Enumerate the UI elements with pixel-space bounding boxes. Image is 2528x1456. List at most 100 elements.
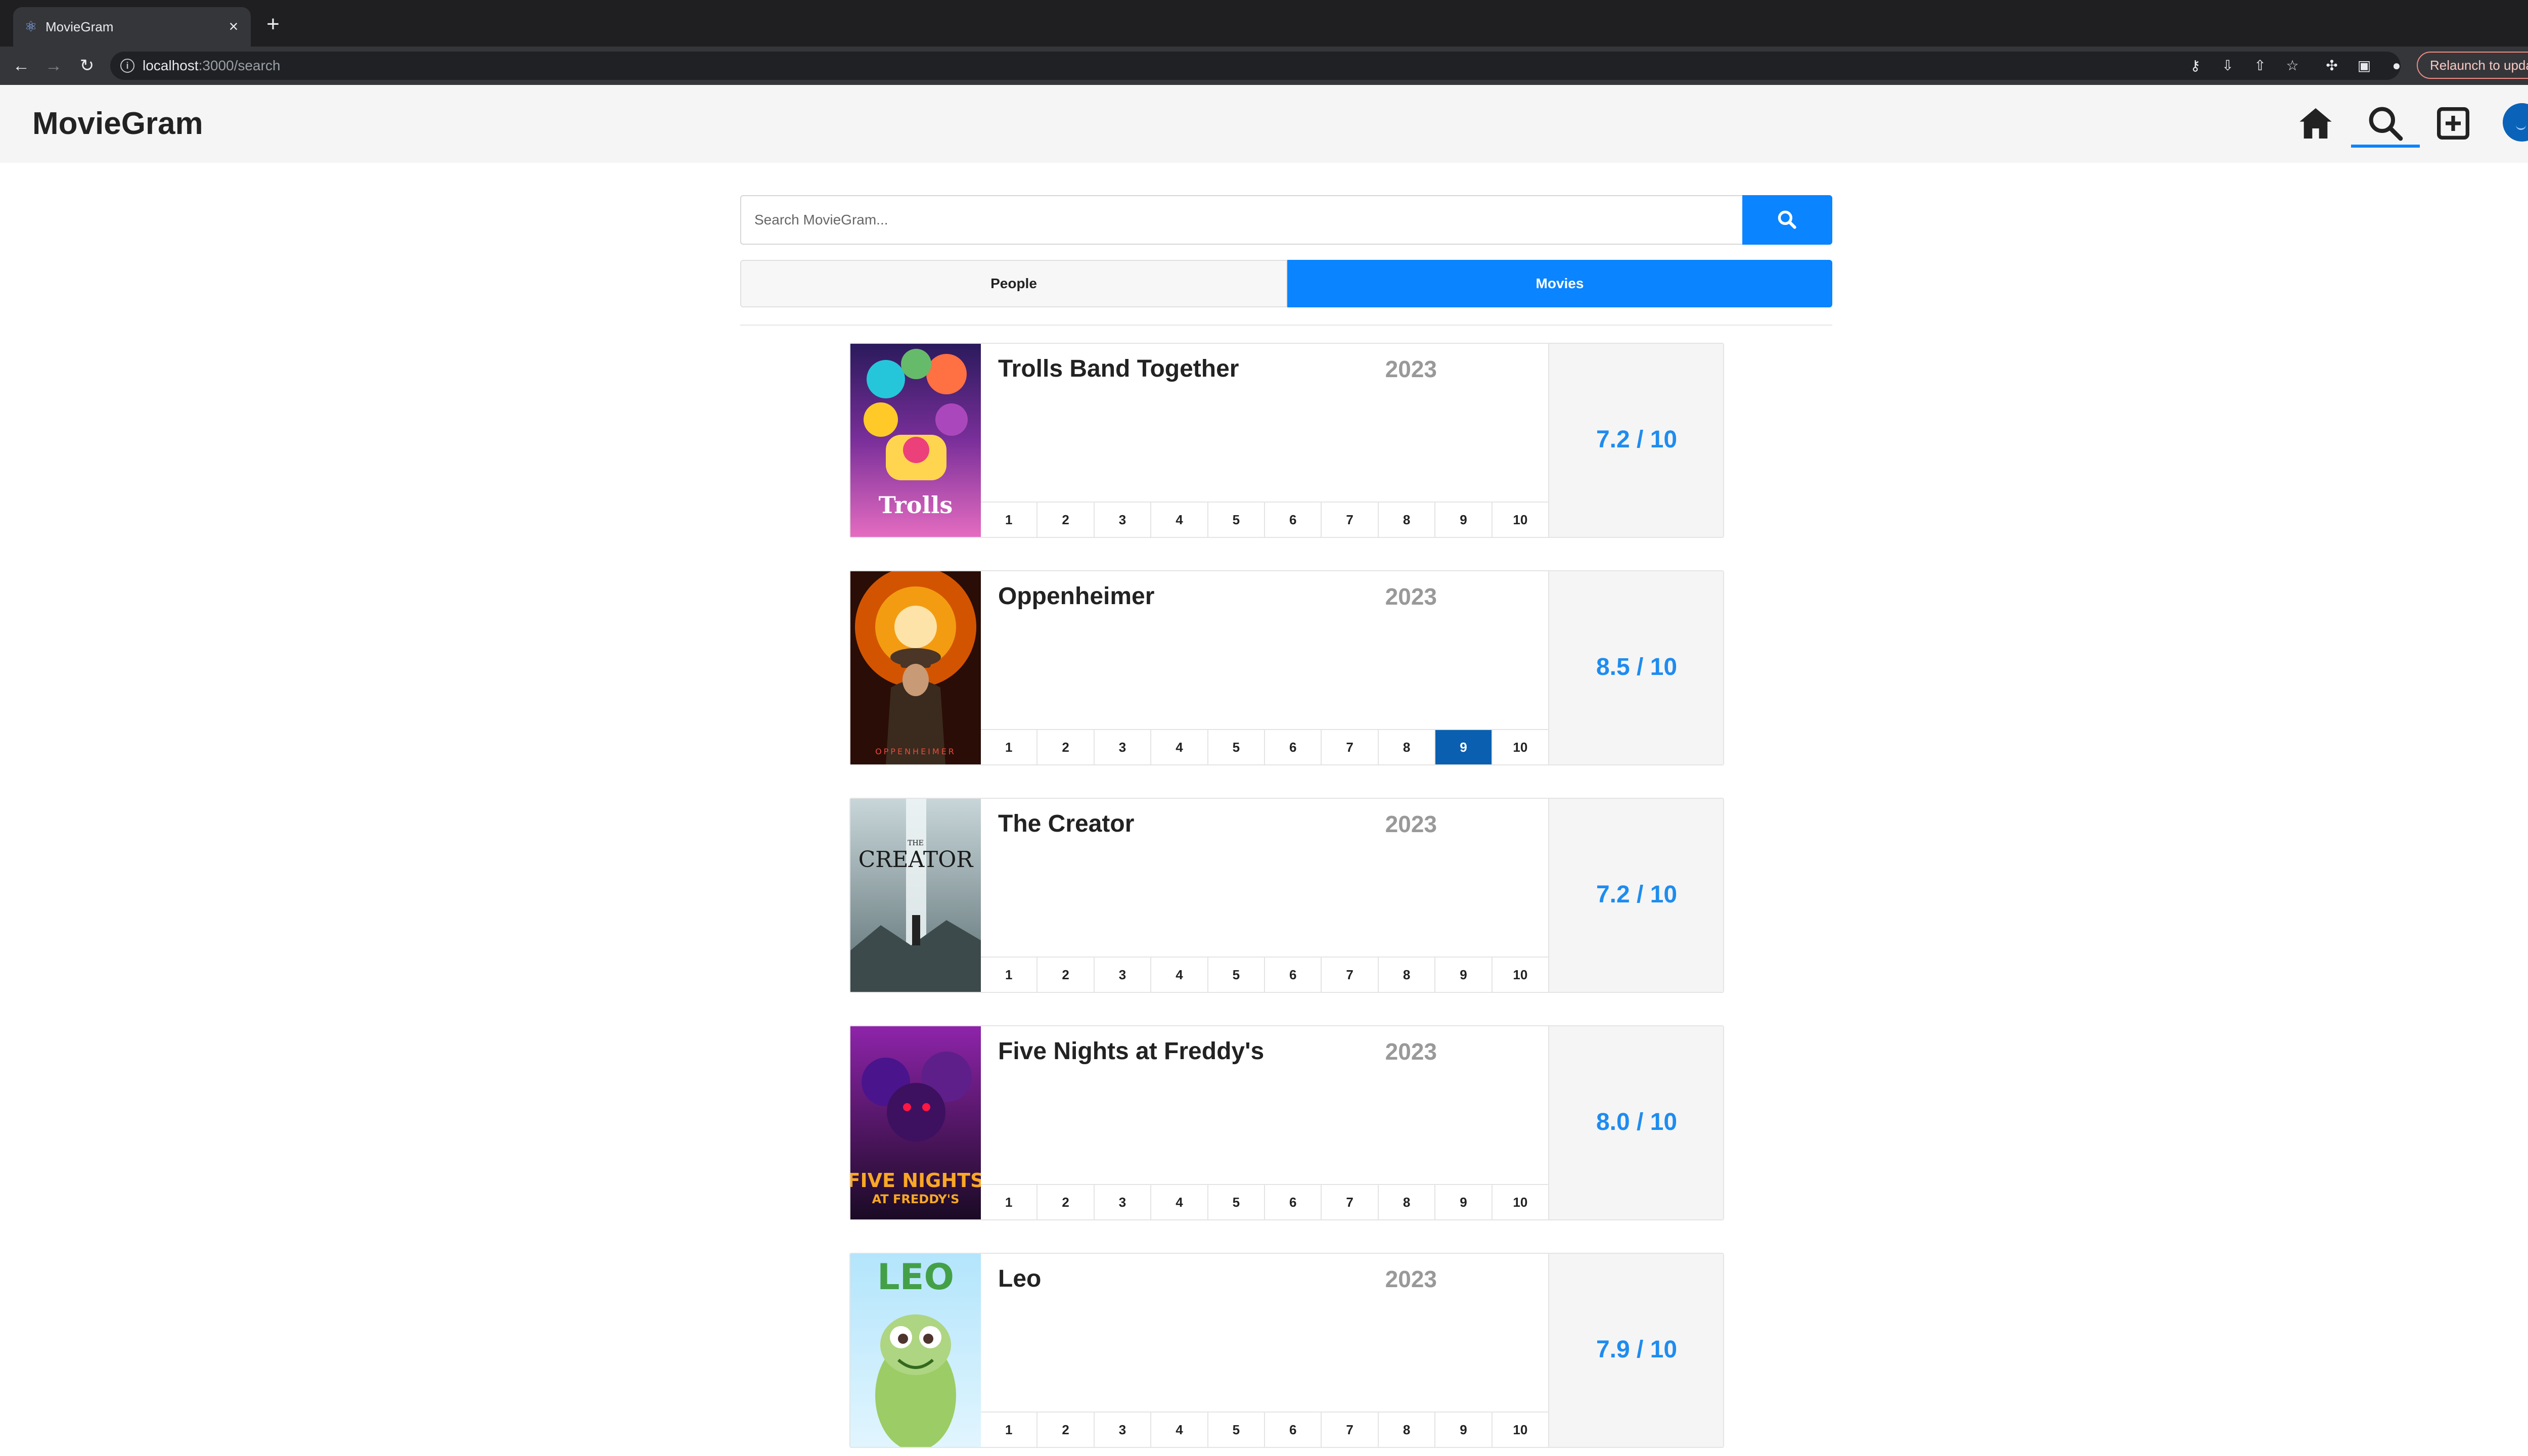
address-bar[interactable]: i localhost:3000/search [110,52,2401,80]
rating-button-8[interactable]: 8 [1378,1185,1436,1219]
password-key-icon[interactable]: ⚷ [2185,56,2205,76]
rating-button-6[interactable]: 6 [1265,958,1322,992]
close-tab-icon[interactable]: × [223,16,244,36]
movie-poster[interactable]: CREATOR THE [850,799,981,992]
rating-button-6[interactable]: 6 [1265,1185,1322,1219]
rating-button-1[interactable]: 1 [981,730,1038,764]
rating-button-5[interactable]: 5 [1208,1413,1266,1447]
average-score-panel: 7.2 / 10 [1548,799,1723,992]
rating-button-7[interactable]: 7 [1322,1413,1379,1447]
new-tab-icon[interactable]: + [262,13,284,35]
svg-text:THE: THE [908,839,924,847]
rating-button-9[interactable]: 9 [1435,1413,1493,1447]
rating-button-9[interactable]: 9 [1435,503,1493,537]
movie-title[interactable]: The Creator [998,810,1134,838]
rating-button-7[interactable]: 7 [1322,730,1379,764]
rating-button-6[interactable]: 6 [1265,730,1322,764]
rating-button-2[interactable]: 2 [1037,1413,1095,1447]
profile-icon[interactable]: ● [2386,56,2407,76]
rating-selector: 1 2 3 4 5 6 7 8 9 10 [981,957,1549,993]
movie-poster[interactable]: FIVE NIGHTS AT FREDDY'S [850,1026,981,1219]
user-avatar[interactable] [2503,103,2528,142]
poster-text: Trolls [879,491,953,519]
rating-button-2[interactable]: 2 [1037,1185,1095,1219]
rating-button-4[interactable]: 4 [1151,958,1208,992]
rating-button-3[interactable]: 3 [1094,1413,1152,1447]
back-icon[interactable]: ← [10,55,32,77]
rating-button-8[interactable]: 8 [1378,730,1436,764]
movie-poster[interactable]: OPPENHEIMER [850,571,981,764]
rating-button-6[interactable]: 6 [1265,503,1322,537]
relaunch-to-update-button[interactable]: Relaunch to update ⋮ [2417,52,2528,79]
rating-button-10[interactable]: 10 [1492,1413,1549,1447]
rating-button-5[interactable]: 5 [1208,503,1266,537]
rating-button-7[interactable]: 7 [1322,503,1379,537]
movie-title[interactable]: Trolls Band Together [998,355,1239,383]
browser-tab[interactable]: ⚛ MovieGram × [13,7,251,47]
search-nav-icon[interactable] [2365,103,2406,144]
rating-selector: 1 2 3 4 5 6 7 8 9 10 [981,502,1549,538]
movie-card[interactable]: FIVE NIGHTS AT FREDDY'S Five Nights at F… [849,1025,1724,1220]
movie-poster[interactable]: Trolls [850,344,981,537]
share-icon[interactable]: ⇧ [2250,56,2270,76]
rating-button-3[interactable]: 3 [1094,730,1152,764]
rating-button-4[interactable]: 4 [1151,730,1208,764]
tab-movies[interactable]: Movies [1287,260,1832,307]
movie-card[interactable]: CREATOR THE The Creator 2023 1 2 3 4 5 6 7 8 9 10 7.… [849,798,1724,993]
reload-icon[interactable]: ↻ [76,55,98,77]
rating-button-7[interactable]: 7 [1322,958,1379,992]
tab-people[interactable]: People [740,260,1287,307]
rating-button-1[interactable]: 1 [981,1185,1038,1219]
movie-card[interactable]: LEO Leo 2023 1 2 3 4 5 6 7 8 9 10 7.9 / 10 [849,1253,1724,1448]
movie-card[interactable]: OPPENHEIMER Oppenheimer 2023 1 2 3 4 5 6 7 8 9 10 8.… [849,570,1724,765]
home-icon[interactable] [2295,103,2336,144]
bookmark-star-icon[interactable]: ☆ [2282,56,2303,76]
extensions-puzzle-icon[interactable]: ✣ [2322,56,2342,76]
rating-button-10[interactable]: 10 [1492,503,1549,537]
rating-button-3[interactable]: 3 [1094,503,1152,537]
rating-button-1[interactable]: 1 [981,1413,1038,1447]
rating-button-1[interactable]: 1 [981,503,1038,537]
rating-button-8[interactable]: 8 [1378,503,1436,537]
side-panel-icon[interactable]: ▣ [2354,56,2374,76]
rating-button-8[interactable]: 8 [1378,958,1436,992]
rating-button-2[interactable]: 2 [1037,730,1095,764]
rating-button-5[interactable]: 5 [1208,958,1266,992]
movie-poster[interactable]: LEO [850,1254,981,1447]
movie-title[interactable]: Leo [998,1265,1041,1293]
rating-button-2[interactable]: 2 [1037,503,1095,537]
movie-year: 2023 [1385,1038,1437,1065]
rating-button-9[interactable]: 9 [1435,958,1493,992]
rating-button-3[interactable]: 3 [1094,1185,1152,1219]
rating-button-4[interactable]: 4 [1151,1185,1208,1219]
rating-button-5[interactable]: 5 [1208,1185,1266,1219]
rating-button-4[interactable]: 4 [1151,1413,1208,1447]
forward-icon[interactable]: → [42,55,65,77]
movie-year: 2023 [1385,1266,1437,1292]
add-movie-icon[interactable] [2433,103,2473,144]
average-score-panel: 7.9 / 10 [1548,1254,1723,1447]
movie-title[interactable]: Five Nights at Freddy's [998,1037,1264,1066]
rating-button-7[interactable]: 7 [1322,1185,1379,1219]
search-button[interactable] [1742,195,1832,245]
rating-button-8[interactable]: 8 [1378,1413,1436,1447]
browser-tab-strip: ⚛ MovieGram × + ⌄ [0,0,2528,47]
rating-button-6[interactable]: 6 [1265,1413,1322,1447]
rating-button-2[interactable]: 2 [1037,958,1095,992]
movie-title[interactable]: Oppenheimer [998,582,1154,611]
rating-button-9[interactable]: 9 [1435,1185,1493,1219]
search-input[interactable] [740,195,1742,245]
install-app-icon[interactable]: ⇩ [2218,56,2238,76]
rating-button-10[interactable]: 10 [1492,730,1549,764]
rating-button-10[interactable]: 10 [1492,958,1549,992]
rating-button-10[interactable]: 10 [1492,1185,1549,1219]
site-info-icon[interactable]: i [120,59,134,73]
rating-button-5[interactable]: 5 [1208,730,1266,764]
app-logo[interactable]: MovieGram [32,105,203,143]
rating-button-4[interactable]: 4 [1151,503,1208,537]
rating-button-3[interactable]: 3 [1094,958,1152,992]
rating-button-1[interactable]: 1 [981,958,1038,992]
rating-button-9[interactable]: 9 [1435,730,1493,764]
average-score: 8.0 / 10 [1596,1109,1678,1135]
movie-card[interactable]: Trolls Trolls Band Together 2023 1 2 3 4 5 6 7 8 9… [849,343,1724,538]
